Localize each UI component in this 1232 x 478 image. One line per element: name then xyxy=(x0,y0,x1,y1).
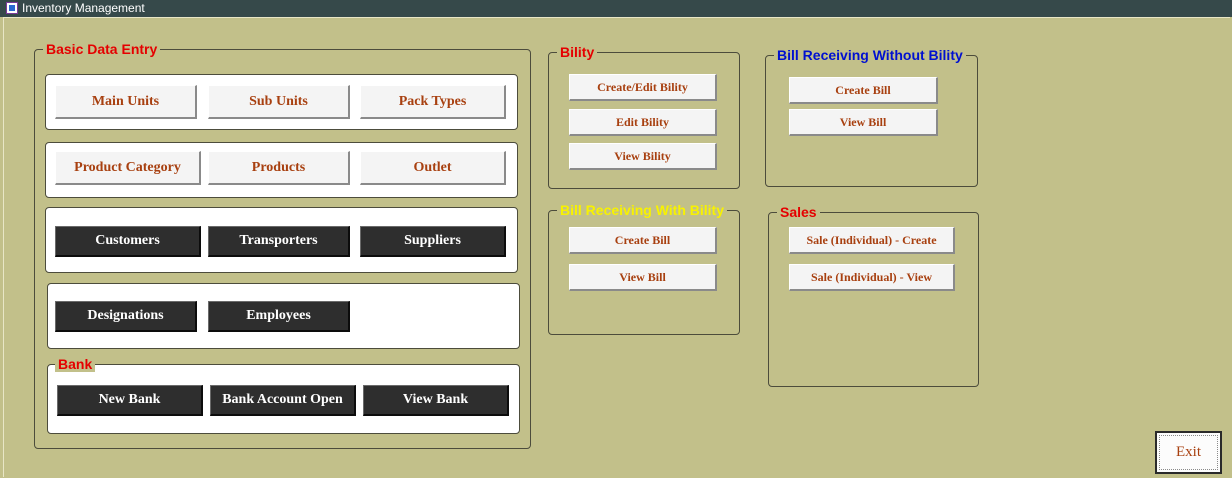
parties-panel: Customers Transporters Suppliers xyxy=(45,207,518,273)
bility-legend: Bility xyxy=(557,44,598,60)
outlet-button[interactable]: Outlet xyxy=(360,151,506,185)
basic-data-entry-legend: Basic Data Entry xyxy=(43,41,161,57)
customers-button[interactable]: Customers xyxy=(55,226,201,257)
product-category-button[interactable]: Product Category xyxy=(55,151,201,185)
title-bar: Inventory Management xyxy=(0,0,1232,17)
view-bank-button[interactable]: View Bank xyxy=(363,385,509,416)
bank-legend: Bank xyxy=(55,356,96,372)
pack-types-button[interactable]: Pack Types xyxy=(360,85,506,119)
edit-bility-button[interactable]: Edit Bility xyxy=(569,109,717,136)
sale-individual-view-button[interactable]: Sale (Individual) - View xyxy=(789,264,955,291)
bill-receiving-with-bility-legend: Bill Receiving With Bility xyxy=(557,202,728,218)
products-panel: Product Category Products Outlet xyxy=(45,142,518,198)
suppliers-button[interactable]: Suppliers xyxy=(360,226,506,257)
units-panel: Main Units Sub Units Pack Types xyxy=(45,74,518,130)
main-units-button[interactable]: Main Units xyxy=(55,85,197,119)
sales-group: Sales Sale (Individual) - Create Sale (I… xyxy=(768,204,979,387)
app-window-icon[interactable] xyxy=(6,2,18,14)
sub-units-button[interactable]: Sub Units xyxy=(208,85,350,119)
employees-button[interactable]: Employees xyxy=(208,301,350,332)
bank-group: Bank New Bank Bank Account Open View Ban… xyxy=(47,356,520,434)
without-bility-view-bill-button[interactable]: View Bill xyxy=(789,109,938,136)
without-bility-create-bill-button[interactable]: Create Bill xyxy=(789,77,938,104)
view-bility-button[interactable]: View Bility xyxy=(569,143,717,170)
create-edit-bility-button[interactable]: Create/Edit Bility xyxy=(569,74,717,101)
window-title: Inventory Management xyxy=(22,1,145,15)
sale-individual-create-button[interactable]: Sale (Individual) - Create xyxy=(789,227,955,254)
bility-group: Bility Create/Edit Bility Edit Bility Vi… xyxy=(548,44,740,189)
bill-receiving-without-bility-group: Bill Receiving Without Bility Create Bil… xyxy=(765,47,978,187)
transporters-button[interactable]: Transporters xyxy=(208,226,350,257)
basic-data-entry-group: Basic Data Entry Main Units Sub Units Pa… xyxy=(34,41,531,449)
sales-legend: Sales xyxy=(777,204,820,220)
staff-panel: Designations Employees xyxy=(47,283,520,349)
designations-button[interactable]: Designations xyxy=(55,301,197,332)
with-bility-create-bill-button[interactable]: Create Bill xyxy=(569,227,717,254)
products-button[interactable]: Products xyxy=(208,151,350,185)
new-bank-button[interactable]: New Bank xyxy=(57,385,203,416)
bill-receiving-with-bility-group: Bill Receiving With Bility Create Bill V… xyxy=(548,202,740,335)
with-bility-view-bill-button[interactable]: View Bill xyxy=(569,264,717,291)
exit-button[interactable]: Exit xyxy=(1155,431,1222,474)
bank-account-open-button[interactable]: Bank Account Open xyxy=(210,385,356,416)
bill-receiving-without-bility-legend: Bill Receiving Without Bility xyxy=(774,47,966,63)
main-canvas: Basic Data Entry Main Units Sub Units Pa… xyxy=(3,17,1230,477)
